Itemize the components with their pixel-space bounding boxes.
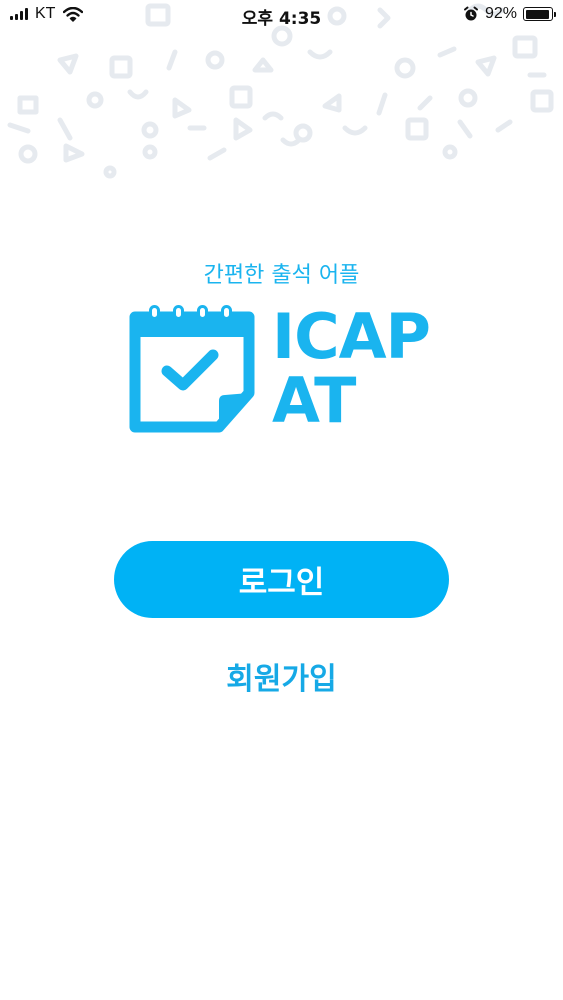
logo-text-line-2: AT [272,364,356,437]
signup-link[interactable]: 회원가입 [0,654,563,698]
status-bar: KT 오후 4:35 92% [0,0,563,30]
status-bar-right: 92% [463,5,556,23]
login-button[interactable]: 로그인 [114,541,449,618]
app-tagline: 간편한 출석 어플 [203,263,360,288]
battery-level [525,9,549,19]
battery-icon [523,7,556,21]
app-screen: KT 오후 4:35 92% 간편한 출석 어플 ICAP AT 로그인 회원가… [0,0,563,1000]
alarm-icon [463,6,478,21]
logo-text-line-1: ICAP [272,300,431,373]
battery-percent: 92% [484,5,517,22]
app-logo-text: ICAP AT [272,300,431,437]
calendar-check-icon [129,305,255,433]
